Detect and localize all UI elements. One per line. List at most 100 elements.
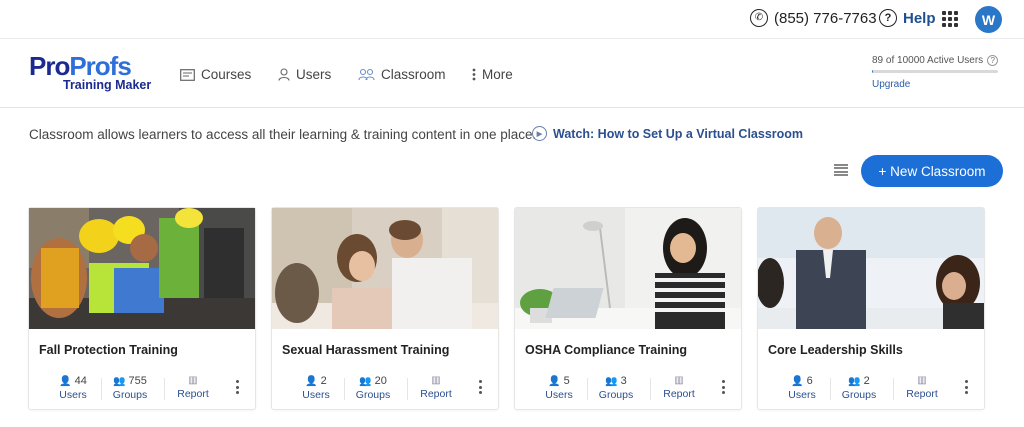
info-question-icon[interactable]: ? xyxy=(987,55,999,66)
classroom-stats: 👤 44 Users 👥 755 Groups ▥ Report xyxy=(29,375,255,403)
more-icon xyxy=(472,68,476,81)
groups-label: Groups xyxy=(112,389,148,401)
report-stat[interactable]: ▥ Report xyxy=(165,375,221,400)
groups-stat[interactable]: 👥 2 Groups xyxy=(831,375,887,401)
card-menu-icon[interactable] xyxy=(964,380,968,394)
report-icon: ▥ xyxy=(917,375,927,386)
help-label: Help xyxy=(903,9,936,27)
classroom-stats: 👤 5 Users 👥 3 Groups ▥ Report xyxy=(515,375,741,403)
user-icon: 👤 xyxy=(548,375,561,387)
phone-contact[interactable]: ✆ (855) 776-7763 xyxy=(750,9,877,27)
users-stat[interactable]: 👤 5 Users xyxy=(531,375,587,401)
users-label: Users xyxy=(59,389,87,401)
classroom-title[interactable]: Sexual Harassment Training xyxy=(282,343,449,357)
report-stat[interactable]: ▥ Report xyxy=(651,375,707,400)
groups-stat[interactable]: 👥 755 Groups xyxy=(102,375,158,401)
users-label: Users xyxy=(788,389,816,401)
card-menu-icon[interactable] xyxy=(235,380,239,394)
group-icon: 👥 xyxy=(113,375,126,387)
logo-profs-text: Profs xyxy=(69,51,131,81)
apps-grid-icon[interactable] xyxy=(942,11,958,27)
classroom-title[interactable]: Core Leadership Skills xyxy=(768,343,903,357)
classroom-title[interactable]: OSHA Compliance Training xyxy=(525,343,687,357)
active-users-usage: 89 of 10000 Active Users ? Upgrade xyxy=(872,55,1000,90)
watch-video-link[interactable]: ▶ Watch: How to Set Up a Virtual Classro… xyxy=(532,126,803,141)
courses-icon xyxy=(180,68,195,81)
classroom-title[interactable]: Fall Protection Training xyxy=(39,343,178,357)
classroom-stats: 👤 6 Users 👥 2 Groups ▥ Report xyxy=(758,375,984,403)
report-icon: ▥ xyxy=(674,375,684,386)
classroom-card[interactable]: Core Leadership Skills 👤 6 Users 👥 2 Group… xyxy=(757,207,985,410)
logo-pro-text: Pro xyxy=(29,51,70,81)
classroom-image xyxy=(758,208,984,329)
upgrade-link[interactable]: Upgrade xyxy=(872,79,1000,90)
report-icon: ▥ xyxy=(431,375,441,386)
phone-number: (855) 776-7763 xyxy=(774,9,877,27)
help-link[interactable]: ? Help xyxy=(879,9,936,27)
new-classroom-button[interactable]: + New Classroom xyxy=(861,155,1003,187)
user-icon: 👤 xyxy=(305,375,318,387)
nav-classroom[interactable]: Classroom xyxy=(358,67,446,82)
report-icon: ▥ xyxy=(188,375,198,386)
classroom-image xyxy=(272,208,498,329)
phone-icon: ✆ xyxy=(750,9,768,27)
watch-video-label: Watch: How to Set Up a Virtual Classroom xyxy=(553,126,804,141)
groups-label: Groups xyxy=(598,389,634,401)
play-icon: ▶ xyxy=(532,126,547,141)
groups-stat[interactable]: 👥 20 Groups xyxy=(345,375,401,401)
users-label: Users xyxy=(302,389,330,401)
top-utility-bar: ✆ (855) 776-7763 ? Help W xyxy=(0,0,1024,39)
classroom-image xyxy=(29,208,255,329)
groups-label: Groups xyxy=(841,389,877,401)
nav-courses-label: Courses xyxy=(201,67,252,82)
nav-users[interactable]: Users xyxy=(278,67,331,82)
active-users-text: 89 of 10000 Active Users xyxy=(872,55,984,66)
report-stat[interactable]: ▥ Report xyxy=(408,375,464,400)
users-count: 44 xyxy=(74,375,87,387)
users-stat[interactable]: 👤 44 Users xyxy=(45,375,101,401)
classroom-stats: 👤 2 Users 👥 20 Groups ▥ Report xyxy=(272,375,498,403)
active-users-progress xyxy=(872,70,998,73)
report-label: Report xyxy=(663,388,695,400)
groups-label: Groups xyxy=(355,389,391,401)
group-icon: 👥 xyxy=(848,375,861,387)
help-icon: ? xyxy=(879,9,897,27)
classroom-card[interactable]: Fall Protection Training 👤 44 Users 👥 755 … xyxy=(28,207,256,410)
groups-count: 3 xyxy=(620,375,627,387)
group-icon: 👥 xyxy=(359,375,372,387)
report-label: Report xyxy=(906,388,938,400)
users-icon xyxy=(278,68,290,81)
groups-count: 20 xyxy=(374,375,387,387)
report-stat[interactable]: ▥ Report xyxy=(894,375,950,400)
users-count: 5 xyxy=(563,375,570,387)
classroom-image xyxy=(515,208,741,329)
list-view-icon[interactable] xyxy=(834,164,848,176)
users-label: Users xyxy=(545,389,573,401)
classroom-intro-text: Classroom allows learners to access all … xyxy=(29,127,537,142)
report-label: Report xyxy=(420,388,452,400)
users-count: 6 xyxy=(806,375,813,387)
users-stat[interactable]: 👤 2 Users xyxy=(288,375,344,401)
users-count: 2 xyxy=(320,375,327,387)
nav-users-label: Users xyxy=(296,67,332,82)
user-avatar[interactable]: W xyxy=(975,6,1002,33)
classroom-card[interactable]: Sexual Harassment Training 👤 2 Users 👥 20 … xyxy=(271,207,499,410)
report-label: Report xyxy=(177,388,209,400)
users-stat[interactable]: 👤 6 Users xyxy=(774,375,830,401)
nav-courses[interactable]: Courses xyxy=(180,67,251,82)
nav-more-label: More xyxy=(482,67,513,82)
proprofs-logo[interactable]: ProProfs Training Maker xyxy=(29,53,159,97)
classroom-icon xyxy=(358,68,375,81)
groups-stat[interactable]: 👥 3 Groups xyxy=(588,375,644,401)
classroom-card[interactable]: OSHA Compliance Training 👤 5 Users 👥 3 Gro… xyxy=(514,207,742,410)
user-icon: 👤 xyxy=(791,375,804,387)
logo-subtitle: Training Maker xyxy=(63,78,152,92)
card-menu-icon[interactable] xyxy=(478,380,482,394)
group-icon: 👥 xyxy=(605,375,618,387)
main-header: ProProfs Training Maker Courses Users Cl… xyxy=(0,40,1024,108)
nav-more[interactable]: More xyxy=(472,67,513,82)
card-menu-icon[interactable] xyxy=(721,380,725,394)
groups-count: 2 xyxy=(863,375,870,387)
user-icon: 👤 xyxy=(59,375,72,387)
nav-classroom-label: Classroom xyxy=(381,67,446,82)
